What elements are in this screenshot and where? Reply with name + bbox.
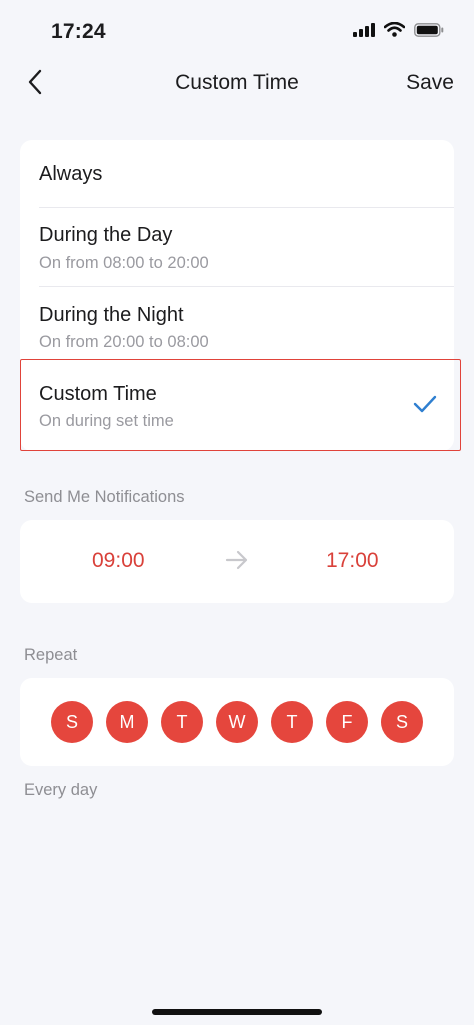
day-sunday[interactable]: S: [51, 701, 93, 743]
day-wednesday[interactable]: W: [216, 701, 258, 743]
day-monday[interactable]: M: [106, 701, 148, 743]
day-friday[interactable]: F: [326, 701, 368, 743]
option-during-the-day[interactable]: During the Day On from 08:00 to 20:00: [20, 208, 454, 287]
arrow-right-icon: [225, 550, 249, 575]
start-time[interactable]: 09:00: [92, 549, 145, 573]
day-thursday[interactable]: T: [271, 701, 313, 743]
battery-icon: [414, 22, 444, 42]
option-always[interactable]: Always: [20, 140, 454, 208]
option-during-the-night[interactable]: During the Night On from 20:00 to 08:00: [20, 287, 454, 359]
option-subtitle: On from 20:00 to 08:00: [39, 333, 209, 351]
save-button[interactable]: Save: [406, 71, 454, 95]
home-indicator: [152, 1009, 322, 1015]
day-selector: S M T W T F S: [51, 701, 423, 743]
repeat-section-label: Repeat: [24, 646, 78, 664]
schedule-options-card: Always During the Day On from 08:00 to 2…: [20, 140, 461, 451]
page-title: Custom Time: [175, 71, 299, 94]
option-subtitle: On from 08:00 to 20:00: [39, 254, 209, 272]
end-time[interactable]: 17:00: [326, 549, 379, 573]
option-title: Always: [39, 163, 103, 185]
wifi-icon: [383, 21, 406, 42]
day-saturday[interactable]: S: [381, 701, 423, 743]
nav-bar: Custom Time Save: [0, 62, 474, 106]
selected-option-highlight: [20, 359, 461, 451]
repeat-summary: Every day: [24, 781, 98, 799]
status-bar: 17:24: [0, 0, 474, 62]
cellular-signal-icon: [353, 22, 375, 42]
status-time: 17:24: [51, 20, 106, 43]
status-icons: [353, 21, 444, 42]
option-title: During the Day: [39, 224, 173, 246]
day-tuesday[interactable]: T: [161, 701, 203, 743]
repeat-days-card: S M T W T F S: [20, 678, 454, 766]
option-title: During the Night: [39, 304, 184, 326]
notifications-section-label: Send Me Notifications: [24, 488, 185, 506]
notification-time-card: 09:00 17:00: [20, 520, 454, 603]
